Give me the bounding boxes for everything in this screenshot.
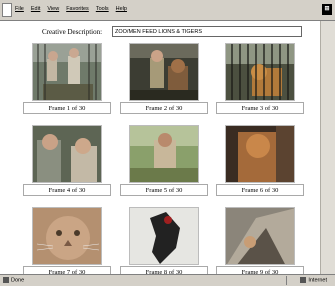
frame-thumbnail-6[interactable] [225,125,295,183]
frame-thumbnail-4[interactable] [32,125,102,183]
menu-help[interactable]: Help [116,6,127,12]
frame-thumbnail-7[interactable] [32,207,102,265]
frame-thumbnail-5[interactable] [129,125,199,183]
frame-cell-6: Frame 6 of 30 [216,125,304,205]
menu-view[interactable]: View [47,6,59,12]
status-text: Done [3,277,24,283]
app-icon [2,3,12,17]
ie-page-icon [3,277,9,283]
vertical-scrollbar[interactable] [320,21,335,275]
status-bar: Done Internet [0,274,335,286]
frame-caption-1: Frame 1 of 30 [23,102,111,114]
frame-thumbnail-3[interactable] [225,43,295,101]
menu-bar: File Edit View Favorites Tools Help ⊞ [0,0,335,21]
menu: File Edit View Favorites Tools Help [15,6,127,12]
frame-thumbnail-2[interactable] [129,43,199,101]
frame-thumbnail-8[interactable] [129,207,199,265]
windows-logo-icon: ⊞ [322,4,332,15]
creative-description-label: Creative Description: [42,28,103,36]
creative-description-field[interactable]: ZOO/MEN FEED LIONS & TIGERS [112,26,302,37]
frame-caption-3: Frame 3 of 30 [216,102,304,114]
status-separator [286,276,287,285]
menu-edit[interactable]: Edit [31,6,40,12]
frame-caption-5: Frame 5 of 30 [120,184,208,196]
frame-caption-4: Frame 4 of 30 [23,184,111,196]
menu-tools[interactable]: Tools [96,6,109,12]
menu-file[interactable]: File [15,6,24,12]
frame-thumbnail-9[interactable] [225,207,295,265]
frame-cell-2: Frame 2 of 30 [120,43,208,123]
frame-cell-5: Frame 5 of 30 [120,125,208,205]
frame-caption-2: Frame 2 of 30 [120,102,208,114]
menu-favorites[interactable]: Favorites [66,6,89,12]
internet-zone: Internet [300,277,327,283]
frame-cell-3: Frame 3 of 30 [216,43,304,123]
frame-cell-4: Frame 4 of 30 [23,125,111,205]
globe-icon [300,277,307,283]
page-content: Creative Description: ZOO/MEN FEED LIONS… [10,21,321,278]
creative-description-row: Creative Description: ZOO/MEN FEED LIONS… [42,26,302,40]
frame-thumbnail-1[interactable] [32,43,102,101]
frame-caption-6: Frame 6 of 30 [216,184,304,196]
frame-cell-1: Frame 1 of 30 [23,43,111,123]
